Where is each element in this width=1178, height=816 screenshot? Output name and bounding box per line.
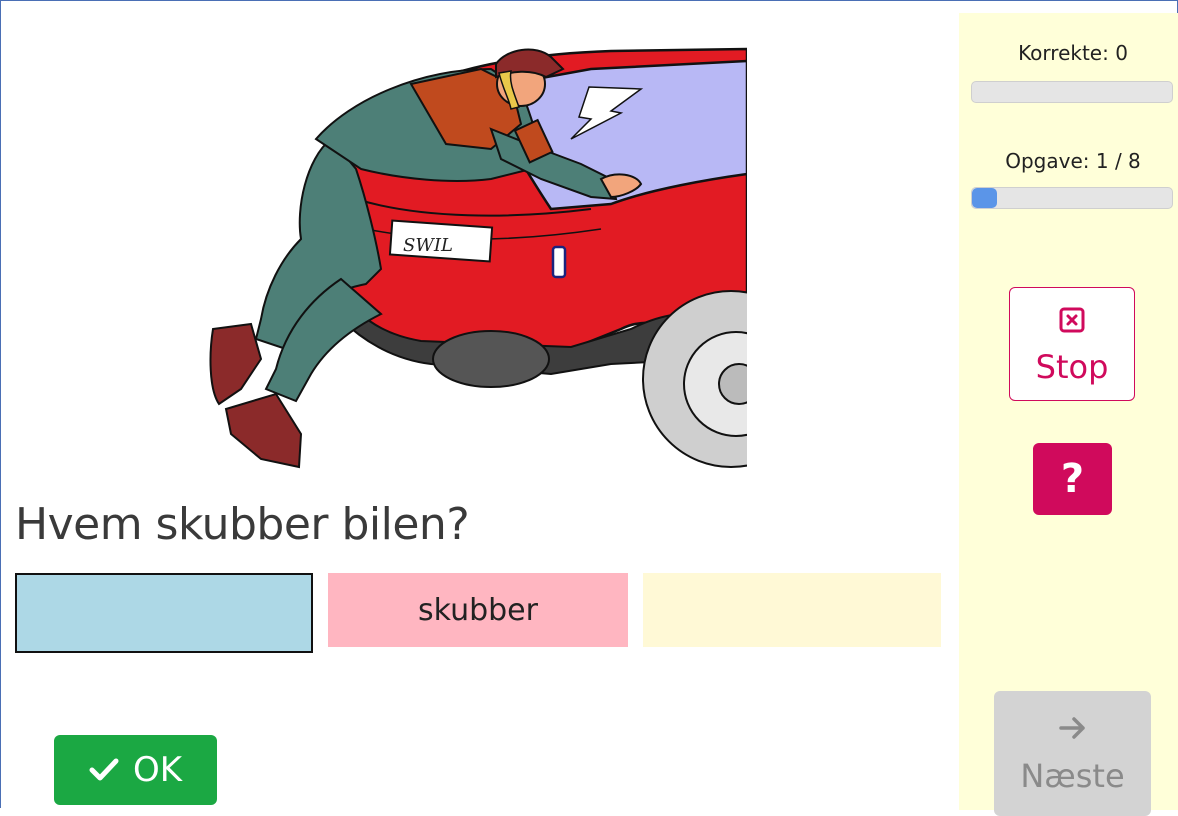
task-progress-bar [971,187,1173,209]
checkmark-icon [89,758,119,781]
stop-button[interactable]: Stop [1009,287,1135,401]
answer-slot-1[interactable] [15,573,313,653]
question-text: Hvem skubber bilen? [15,499,470,550]
ok-button[interactable]: OK [54,735,217,805]
close-square-icon [1059,307,1085,333]
next-button-label: Næste [1020,757,1125,795]
answer-slot-3[interactable] [643,573,941,647]
sidebar: Korrekte: 0 Opgave: 1 / 8 Stop ? Næste [959,13,1178,816]
exercise-window: SWIL Hvem skubber bilen? skubber OK Korr… [0,0,1178,816]
ok-button-label: OK [132,750,183,790]
stop-button-label: Stop [1035,348,1109,386]
car-illustration: SWIL [209,47,747,469]
exercise-area: SWIL Hvem skubber bilen? skubber OK [1,1,959,810]
arrow-right-icon [1059,717,1085,739]
next-button[interactable]: Næste [994,691,1151,816]
correct-count-label: Korrekte: 0 [1018,41,1128,65]
task-progress-fill [972,188,997,208]
task-count-label: Opgave: 1 / 8 [1005,149,1141,173]
correct-progress-bar [971,81,1173,103]
answer-slot-2[interactable]: skubber [328,573,628,647]
help-button[interactable]: ? [1033,443,1112,515]
plate-text: SWIL [403,235,453,256]
